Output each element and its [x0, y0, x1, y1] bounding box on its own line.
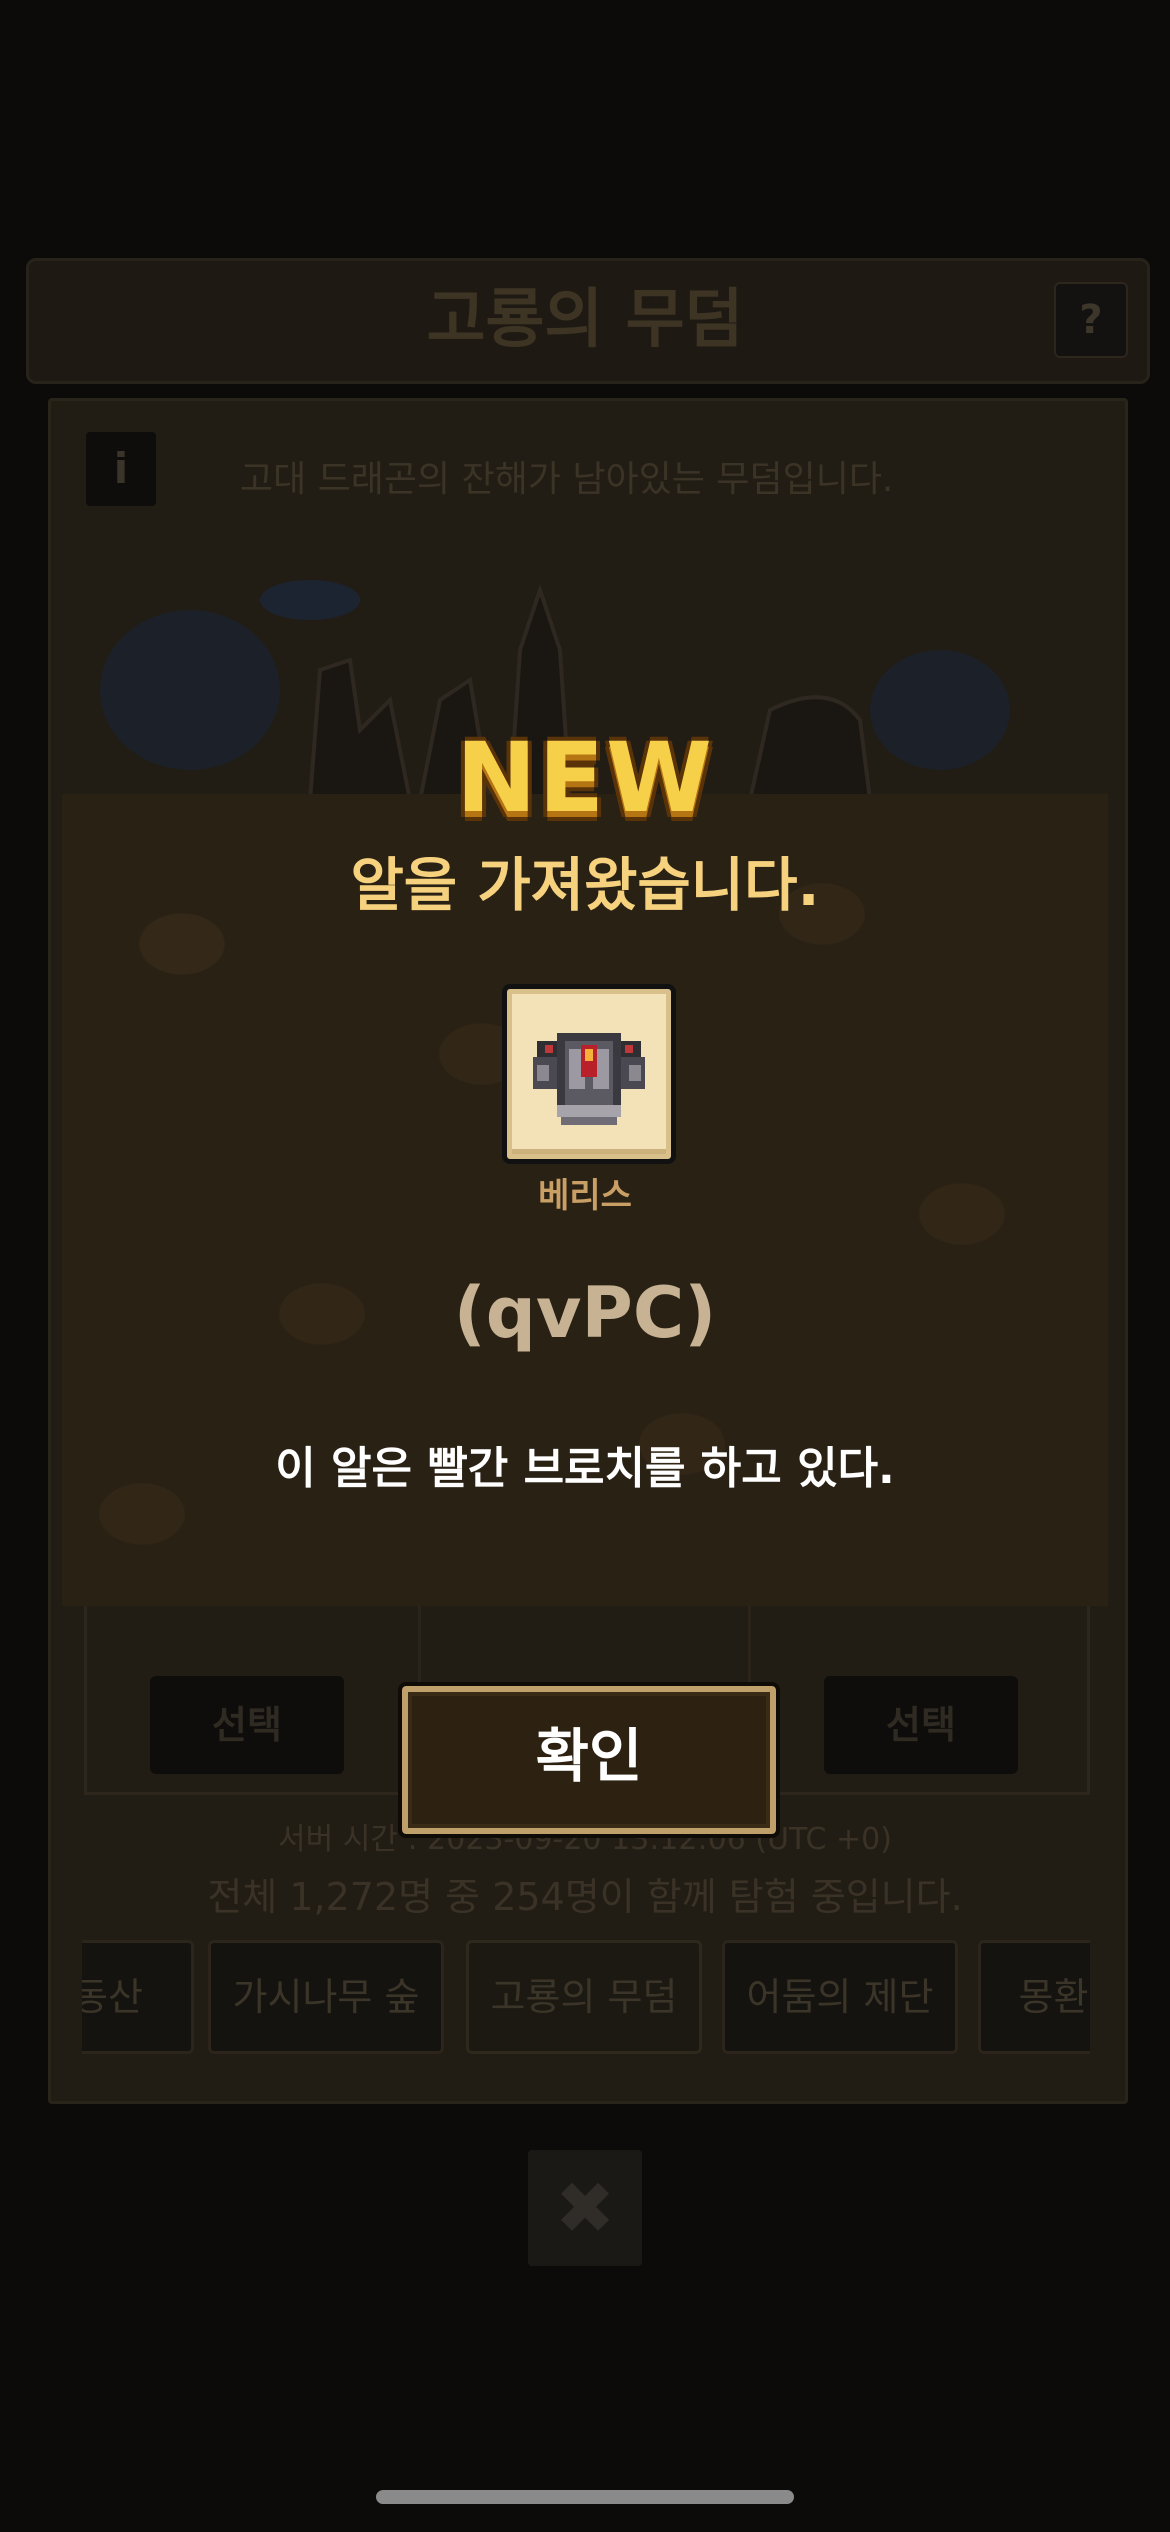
tab-map-3[interactable]: 고룡의 무덤 — [466, 1940, 702, 2054]
map-title: 고룡의 무덤 — [426, 283, 744, 357]
tab-map-2[interactable]: 가시나무 숲 — [208, 1940, 444, 2054]
egg-with-brooch-icon — [533, 1033, 645, 1125]
confirm-button[interactable]: 확인 — [398, 1682, 780, 1838]
tab-map-1[interactable]: 동산 — [82, 1940, 194, 2054]
help-button[interactable]: ? — [1054, 282, 1128, 358]
tab-map-4[interactable]: 어둠의 제단 — [722, 1940, 958, 2054]
item-description: 이 알은 빨간 브로치를 하고 있다. — [275, 1443, 895, 1494]
home-indicator[interactable] — [376, 2490, 794, 2504]
map-tabs: 동산 가시나무 숲 고룡의 무덤 어둠의 제단 몽환의 — [82, 1936, 1090, 2056]
popup-title: 알을 가져왔습니다. — [350, 851, 820, 919]
item-card — [502, 984, 676, 1164]
player-count: 전체 1,272명 중 254명이 함께 탐험 중입니다. — [207, 1875, 963, 1919]
item-name: 베리스 — [538, 1176, 632, 1216]
info-button[interactable]: i — [86, 432, 156, 506]
tab-map-5[interactable]: 몽환의 — [978, 1940, 1090, 2054]
new-badge: NEW — [456, 722, 714, 834]
map-description: 고대 드래곤의 잔해가 남아있는 무덤입니다. — [240, 459, 894, 500]
item-code: (qvPC) — [453, 1272, 717, 1354]
close-icon[interactable]: ✖ — [528, 2150, 642, 2266]
select-button-1[interactable]: 선택 — [150, 1676, 344, 1774]
select-button-3[interactable]: 선택 — [824, 1676, 1018, 1774]
